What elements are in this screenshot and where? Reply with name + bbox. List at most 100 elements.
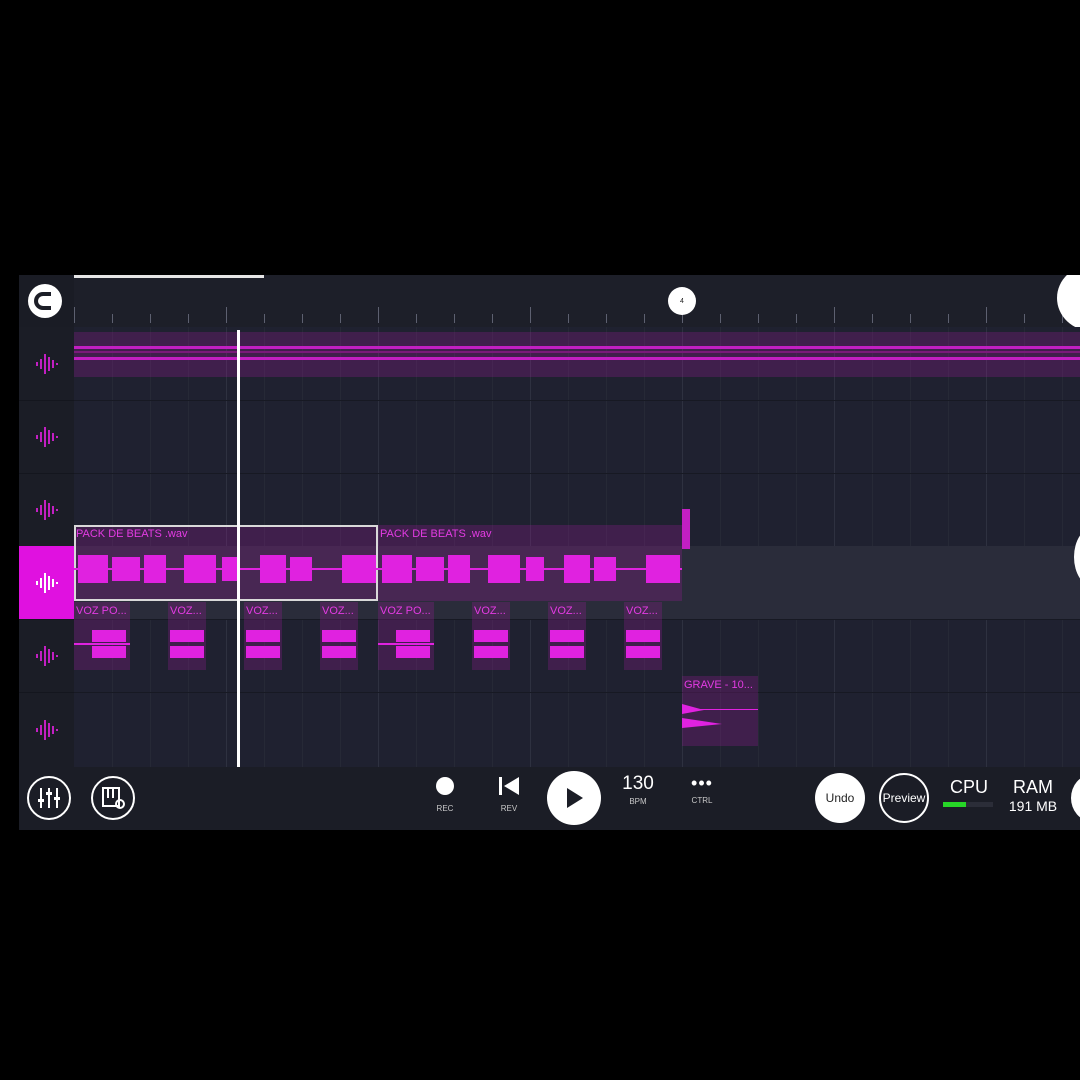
ruler-tick (644, 314, 645, 323)
audio-clip-fragment[interactable] (682, 509, 690, 549)
clip-label: VOZ... (322, 605, 354, 617)
audio-clip-pack-de-beats[interactable]: PACK DE BEATS .wav (74, 525, 378, 601)
play-icon (567, 788, 583, 808)
clip-label: GRAVE - 10... (684, 679, 753, 691)
audio-clip-pack-de-beats[interactable]: PACK DE BEATS .wav (378, 525, 682, 601)
rewind-label: REV (500, 804, 518, 813)
timeline-ruler[interactable] (74, 275, 1080, 327)
ruler-tick (378, 307, 379, 323)
loop-marker[interactable]: 4 (668, 287, 696, 315)
clip-waveform (378, 555, 682, 583)
track-header[interactable] (19, 400, 74, 474)
audio-clip-voz[interactable]: VOZ... (244, 602, 282, 670)
undo-button[interactable]: Undo (815, 773, 865, 823)
waveform-icon (35, 499, 58, 520)
ruler-tick (492, 314, 493, 323)
clip-label: VOZ PO... (380, 605, 431, 617)
waveform-icon (35, 719, 58, 740)
snap-magnet-button[interactable] (28, 284, 62, 318)
clip-waveform (378, 630, 434, 658)
cpu-label: CPU (949, 777, 988, 797)
track-header[interactable] (19, 619, 74, 693)
mixer-icon (38, 788, 60, 808)
corner-button-bottom[interactable] (1071, 775, 1080, 821)
clip-waveform (74, 630, 130, 658)
skip-back-icon (499, 777, 519, 795)
track-header[interactable] (19, 546, 74, 620)
scroll-position-bar[interactable] (74, 275, 264, 278)
track-header[interactable] (19, 327, 74, 401)
ruler-tick (758, 314, 759, 323)
track-header[interactable] (19, 692, 74, 768)
ruler-tick (74, 307, 75, 323)
ruler-tick (530, 307, 531, 323)
audio-clip-voz[interactable]: VOZ... (624, 602, 662, 670)
audio-clip-voz[interactable]: VOZ PO... (74, 602, 130, 670)
record-icon (436, 777, 454, 795)
ctrl-button[interactable]: ••• CTRL (677, 773, 727, 805)
ruler-tick (454, 314, 455, 323)
waveform-icon (35, 426, 58, 447)
audio-clip-voz[interactable]: VOZ... (168, 602, 206, 670)
clip-label: PACK DE BEATS .wav (76, 528, 188, 540)
playhead[interactable] (237, 330, 240, 767)
audio-clip-voz[interactable]: VOZ... (472, 602, 510, 670)
track-lane[interactable] (74, 692, 1080, 767)
ram-label: RAM (1013, 777, 1053, 797)
ruler-tick (720, 314, 721, 323)
clip-waveform (474, 630, 508, 658)
audio-clip-voz[interactable]: VOZ... (548, 602, 586, 670)
audio-clip-voz[interactable]: VOZ PO... (378, 602, 434, 670)
clip-waveform (74, 346, 1080, 360)
rewind-button[interactable]: REV (484, 775, 534, 813)
clip-waveform (626, 630, 660, 658)
audio-clip-voz[interactable]: VOZ... (320, 602, 358, 670)
ruler-tick (1024, 314, 1025, 323)
audio-clip[interactable] (74, 332, 1080, 377)
piano-gear-icon (102, 787, 125, 809)
ruler-tick (568, 314, 569, 323)
track-lanes[interactable]: PACK DE BEATS .wav PACK DE BEATS .wav VO… (74, 327, 1080, 767)
waveform-icon (35, 645, 58, 666)
ruler-tick (340, 314, 341, 323)
ruler-tick (226, 307, 227, 323)
bpm-label: BPM (629, 797, 647, 806)
ruler-tick (302, 314, 303, 323)
record-label: REC (436, 804, 454, 813)
ram-value: 191 MB (1008, 798, 1058, 814)
ruler-tick (948, 314, 949, 323)
clip-label: PACK DE BEATS .wav (380, 528, 492, 540)
ruler-tick (834, 307, 835, 323)
instrument-settings-button[interactable] (91, 776, 135, 820)
ruler-tick (910, 314, 911, 323)
clip-label: VOZ PO... (76, 605, 127, 617)
track-lane[interactable] (74, 400, 1080, 474)
track-header[interactable] (19, 473, 74, 547)
preview-button[interactable]: Preview (879, 773, 929, 823)
ruler-tick (150, 314, 151, 323)
clip-waveform (246, 630, 280, 658)
audio-clip-grave[interactable]: GRAVE - 10... (682, 676, 758, 746)
ram-meter: RAM 191 MB (1003, 777, 1063, 814)
more-icon: ••• (691, 773, 713, 793)
ruler-tick (796, 314, 797, 323)
clip-label: VOZ... (170, 605, 202, 617)
ctrl-label: CTRL (691, 796, 713, 805)
clip-waveform (322, 630, 356, 658)
clip-waveform (550, 630, 584, 658)
ruler-tick (416, 314, 417, 323)
cpu-bar (943, 802, 993, 807)
ruler-tick (112, 314, 113, 323)
play-button[interactable] (547, 771, 601, 825)
ruler-tick (188, 314, 189, 323)
clip-waveform (170, 630, 204, 658)
clip-waveform (682, 704, 758, 728)
mixer-button[interactable] (27, 776, 71, 820)
waveform-icon (35, 572, 58, 593)
track-sidebar (19, 327, 74, 768)
clip-waveform (74, 555, 378, 583)
clip-label: VOZ... (550, 605, 582, 617)
daw-window: 4 PACK DE BEATS .wav PACK DE BEATS .wav … (19, 275, 1080, 830)
record-button[interactable]: REC (420, 775, 470, 813)
bpm-control[interactable]: 130 BPM (613, 773, 663, 806)
